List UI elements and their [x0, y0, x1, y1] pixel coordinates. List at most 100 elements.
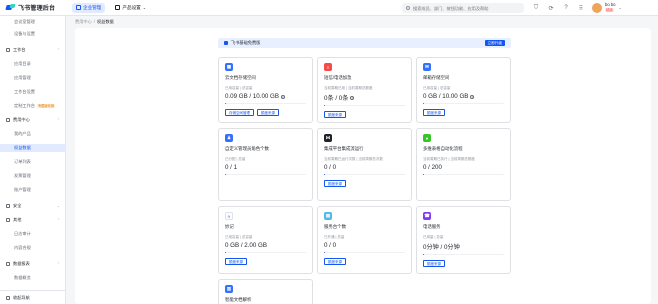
more-icon [6, 218, 10, 222]
info-icon[interactable]: i [470, 94, 475, 99]
sidebar-item[interactable]: 定制工作台 专属版可用 [0, 102, 66, 110]
sidebar-item[interactable]: 数据概览 [0, 274, 66, 282]
sidebar-item-label: 工作台设置 [14, 89, 35, 94]
sidebar-item[interactable]: 我的产品 [0, 130, 66, 138]
sidebar-item[interactable]: 内容合规 [0, 244, 66, 252]
logo-text: 飞书管理后台 [18, 6, 56, 12]
nav-product-settings[interactable]: 产品设置 ⌄ [111, 3, 150, 13]
refresh-icon[interactable]: ⟳ [547, 4, 555, 12]
sidebar-item-label: 发票管理 [14, 173, 31, 178]
benefit-title: 智能文档解析 [225, 297, 252, 302]
benefit-meta: 已分配 | 总量 [225, 157, 246, 161]
plan-tag: 专属版可用 [36, 104, 55, 108]
sidebar-item-label: 内容合规 [14, 245, 31, 250]
usage-bar [225, 174, 306, 176]
benefit-value: 0 GB / 10.00 GB [423, 93, 469, 100]
benefit-value-row: 0条 / 0条 i [324, 93, 405, 102]
usage-bar [225, 252, 306, 254]
sidebar-item[interactable]: 应用管理 [0, 74, 66, 82]
manage-storage-button[interactable]: 存储空间管理 [225, 109, 254, 117]
benefit-card: ▤ 服务台个数 已开通 | 总量 0 / 0 额度来源 [317, 206, 412, 274]
sidebar-item[interactable]: 工作台设置 [0, 88, 66, 96]
usage-bar-fill [324, 252, 325, 254]
sidebar-item-label: 应用管理 [14, 75, 31, 80]
benefit-value-row: 0 GB / 2.00 GB [225, 242, 306, 249]
chevron-down-icon: ⌄ [142, 5, 147, 10]
chevron-down-icon: ⌄ [618, 5, 622, 10]
usage-bar [423, 103, 504, 105]
sidebar-group-reports[interactable]: 数据报表 ⌃ [0, 260, 66, 268]
usage-bar [225, 103, 306, 105]
shield-icon[interactable]: ⛉ [532, 4, 540, 12]
quota-source-button[interactable]: 额度来源 [423, 260, 445, 268]
sidebar-item-label: 日志审计 [14, 231, 31, 236]
sidebar-item[interactable]: 订单列表 [0, 158, 66, 166]
sidebar: 会议室管理 设备与设置 工作台 ⌃ 应用目录 应用管理 工作台设置 定制工作台 专属… [0, 16, 66, 304]
sidebar-item[interactable]: 发票管理 [0, 172, 66, 180]
sidebar-group-label: 费用中心 [13, 117, 30, 122]
usage-bar-fill [423, 103, 424, 105]
apps-icon[interactable]: ⠿ [577, 4, 585, 12]
quota-source-button[interactable]: 额度来源 [423, 109, 445, 117]
nav-enterprise-management[interactable]: 企业管理 [72, 2, 106, 13]
benefit-card: ▦ 云文档存储空间 已用容量 | 总容量 0.09 GB / 10.00 GB i 存储空… [218, 57, 313, 123]
info-icon[interactable]: i [281, 94, 286, 99]
quota-source-button[interactable]: 额度来源 [324, 111, 346, 119]
benefit-value: 0 / 0 [324, 242, 337, 249]
nav-label: 企业管理 [83, 4, 102, 10]
sidebar-group-workbench[interactable]: 工作台 ⌃ [0, 46, 66, 54]
benefit-value-row: 0 / 0 [324, 164, 405, 171]
breadcrumb-parent[interactable]: 费用中心 [75, 19, 92, 24]
avatar [592, 2, 602, 13]
info-icon[interactable]: i [350, 95, 355, 100]
sidebar-item-label: 权益数据 [14, 145, 31, 150]
search-input[interactable] [413, 5, 513, 11]
help-icon[interactable]: ? [562, 4, 570, 12]
logo[interactable]: 飞书管理后台 [5, 3, 68, 12]
user-menu[interactable]: bo bo 超级 ⌄ [592, 2, 622, 13]
usage-bar [324, 174, 405, 176]
quota-source-button[interactable]: 额度来源 [324, 258, 346, 266]
benefit-value-row: 0分钟 / 0分钟 [423, 242, 504, 251]
benefit-value-row: 0 / 200 [423, 164, 504, 171]
sidebar-item[interactable]: 应用目录 [0, 60, 66, 68]
usage-bar-fill [324, 105, 325, 107]
quota-source-button[interactable]: 额度来源 [257, 109, 279, 117]
usage-bar-fill [225, 174, 226, 176]
usage-bar-fill [225, 103, 226, 105]
nav-label: 产品设置 [122, 4, 141, 10]
usage-bar [423, 174, 504, 176]
benefit-title: 妙记 [225, 224, 234, 229]
quota-source-button[interactable]: 额度来源 [225, 258, 247, 266]
top-bar: 飞书管理后台 企业管理 产品设置 ⌄ ⛉ ⟳ ? ⠿ bo bo 超级 ⌄ [0, 0, 658, 16]
sidebar-item-benefits-data[interactable]: 权益数据 [0, 144, 66, 152]
benefit-card: ▥ 智能文档解析 [218, 279, 313, 304]
benefit-value-row: 0 / 0 [324, 242, 405, 249]
benefit-card: ☎ 电话服务 已用量 | 总量 0分钟 / 0分钟 额度来源 [416, 206, 511, 274]
sidebar-item[interactable]: 会议室管理 [0, 18, 66, 26]
sidebar-item-label: 订单列表 [14, 159, 31, 164]
sidebar-item-label: 数据概览 [14, 275, 31, 280]
benefit-value: 0 GB / 2.00 GB [225, 242, 267, 249]
global-search[interactable] [402, 3, 524, 13]
upgrade-button[interactable]: 立即升级 [484, 40, 505, 46]
sidebar-group-security[interactable]: 安全 ⌄ [0, 202, 66, 210]
benefit-title: 电话服务 [423, 224, 441, 229]
sidebar-item-label: 会议室管理 [14, 19, 35, 24]
workbench-icon [6, 48, 10, 52]
user-name: bo bo [605, 2, 616, 7]
benefit-icon: ! [324, 63, 332, 71]
sidebar-group-other[interactable]: 其他 ⌃ [0, 216, 66, 224]
quota-source-button[interactable]: 额度来源 [324, 180, 346, 188]
feishu-logo-icon [5, 4, 16, 11]
benefit-value-row: 0 / 1 [225, 164, 306, 171]
benefit-actions: 额度来源 [423, 260, 504, 268]
sidebar-item[interactable]: 日志审计 [0, 230, 66, 238]
sidebar-item[interactable]: 设备与设置 [0, 30, 66, 38]
benefit-value: 0分钟 / 0分钟 [423, 244, 460, 251]
collapse-nav-button[interactable]: 收起导航 [0, 290, 66, 304]
sidebar-group-billing[interactable]: 费用中心 ⌃ [0, 116, 66, 124]
plan-name: 飞书基础免费版 [231, 40, 261, 45]
benefit-icon: ✉ [423, 63, 431, 71]
sidebar-item[interactable]: 账户管理 [0, 186, 66, 194]
